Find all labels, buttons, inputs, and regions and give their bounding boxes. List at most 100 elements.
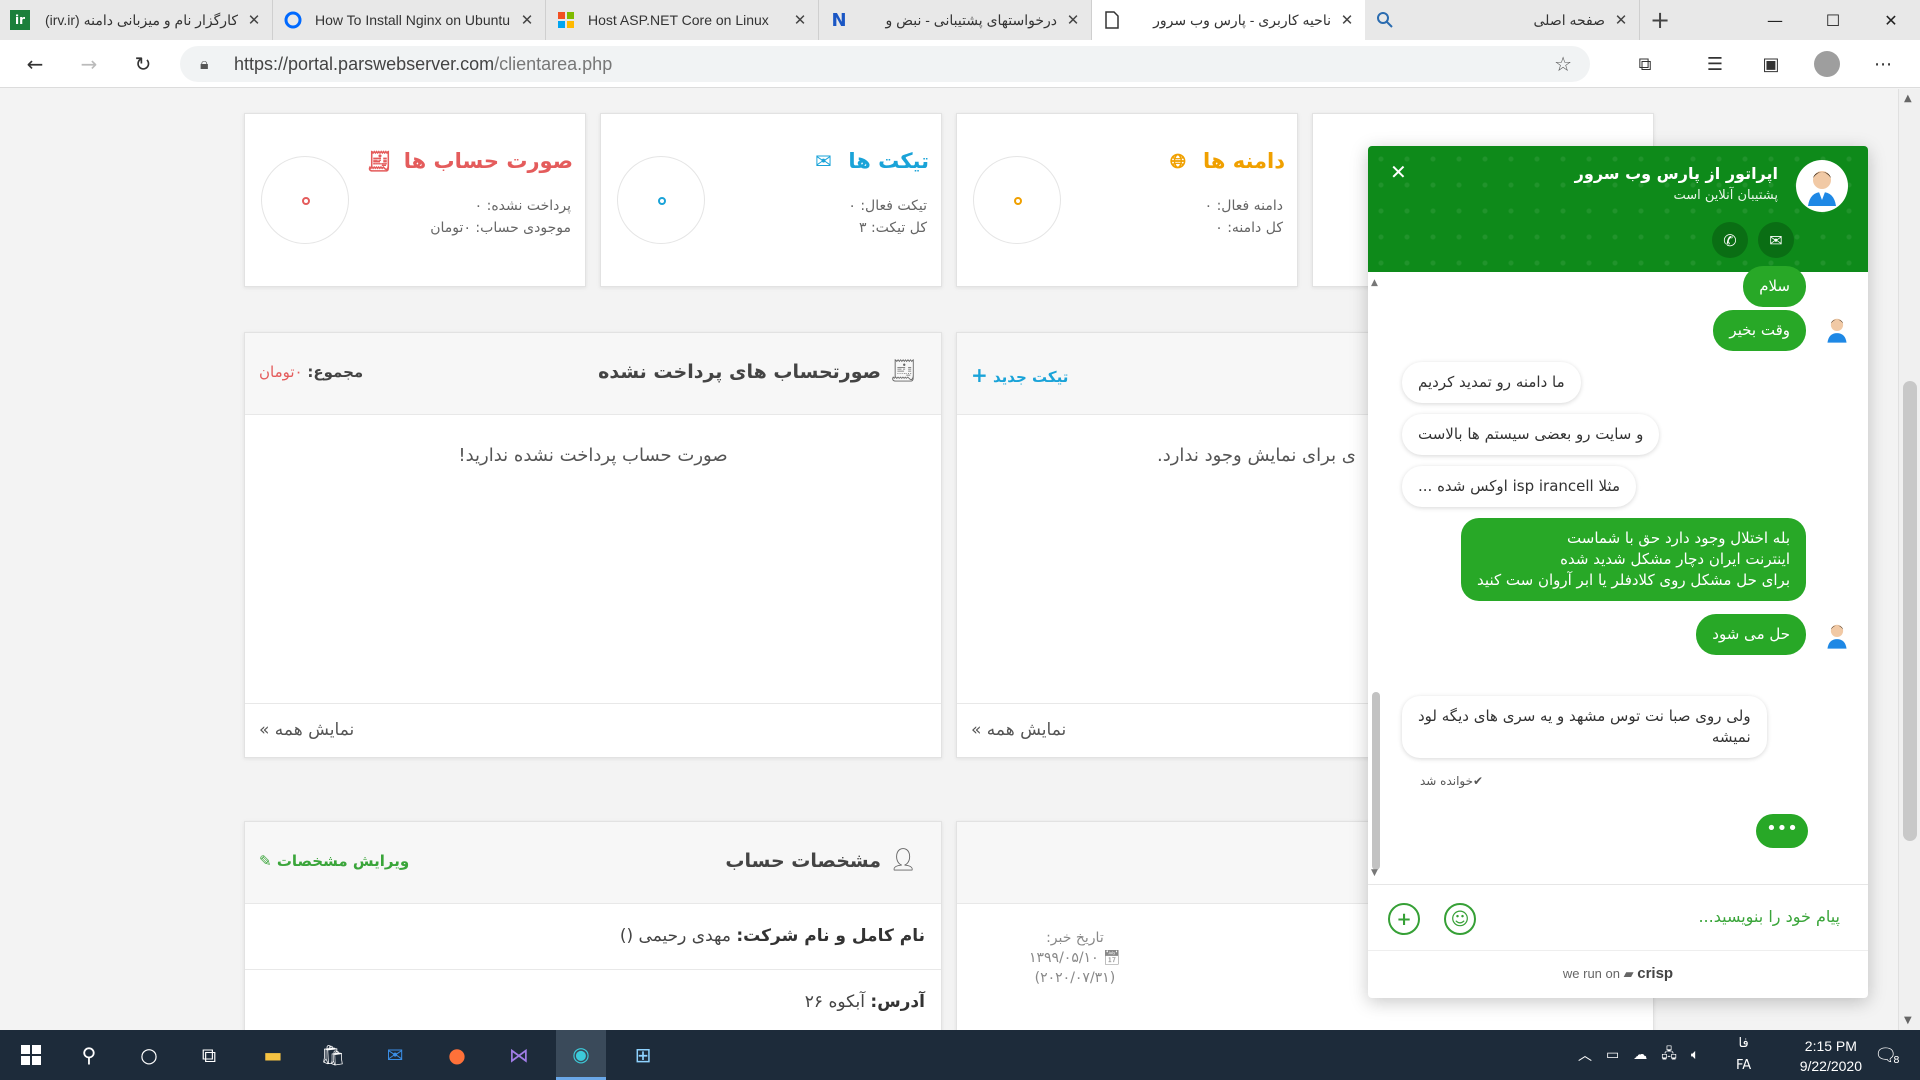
close-tab-icon[interactable]: ✕: [1339, 11, 1355, 29]
favorite-star-icon[interactable]: ☆: [1554, 52, 1572, 76]
edge-icon[interactable]: ◉: [556, 1030, 606, 1080]
browser-tab[interactable]: ir کارگزار نام و میزبانی دامنه (irv.ir) …: [0, 0, 273, 40]
panel-title: صورتحساب های پرداخت نشده: [598, 361, 881, 383]
visual-studio-icon[interactable]: ⋈: [494, 1030, 544, 1080]
close-tab-icon[interactable]: ✕: [792, 11, 808, 29]
browser-tab[interactable]: How To Install Nginx on Ubuntu ✕: [273, 0, 546, 40]
clock[interactable]: 2:15 PM 9/22/2020: [1800, 1036, 1862, 1076]
search-icon[interactable]: ⚲: [64, 1030, 114, 1080]
scroll-up-arrow[interactable]: ▲: [1904, 93, 1912, 104]
tab-title: ناحیه کاربری - پارس وب سرور: [1153, 11, 1331, 28]
network-icon[interactable]: 🖧︎: [1661, 1043, 1677, 1067]
message-input[interactable]: پیام خود را بنویسید...: [1698, 907, 1840, 926]
account-name-row: نام کامل و نام شرکت: مهدی رحیمی (): [245, 904, 941, 970]
total-tickets: کل تیکت: ۳: [858, 220, 927, 236]
settings-more-icon[interactable]: ⋯: [1866, 50, 1900, 78]
tab-title: درخواستهای پشتیبانی - نبض و: [885, 11, 1057, 28]
mail-icon[interactable]: ✉: [370, 1030, 420, 1080]
minimize-button[interactable]: —: [1746, 0, 1804, 40]
tab-title: کارگزار نام و میزبانی دامنه (irv.ir): [44, 11, 238, 28]
panel-header: 👤︎ مشخصات حساب ویرایش مشخصات ✎: [245, 822, 941, 904]
profile-avatar[interactable]: [1810, 50, 1844, 78]
digitalocean-icon: [283, 10, 303, 30]
new-tab-button[interactable]: +: [1640, 0, 1680, 40]
tab-title: صفحه اصلی: [1533, 11, 1605, 28]
file-explorer-icon[interactable]: ▬: [248, 1030, 298, 1080]
browser-tab-active[interactable]: ناحیه کاربری - پارس وب سرور ✕: [1092, 0, 1365, 40]
search-icon: [1375, 10, 1395, 30]
store-icon[interactable]: 🛍︎: [308, 1030, 358, 1080]
edit-account-link[interactable]: ویرایش مشخصات ✎: [259, 852, 409, 870]
language-indicator[interactable]: فا FA: [1736, 1030, 1751, 1080]
operator-message: وقت بخیر: [1713, 310, 1806, 351]
invoices-stat-card[interactable]: صورت حساب ها 🧾︎ پرداخت نشده: ۰ موجودی حسا…: [244, 113, 586, 287]
invoice-icon: 🧾︎: [366, 149, 392, 173]
microsoft-icon: [556, 10, 576, 30]
system-tray: ︿ ▭ ☁ 🖧︎ 🔈︎: [1578, 1030, 1699, 1080]
edit-icon: ✎: [259, 852, 272, 870]
scroll-down-arrow[interactable]: ▼: [1904, 1015, 1912, 1026]
page-scrollbar[interactable]: ▲ ▼: [1898, 89, 1920, 1030]
maximize-button[interactable]: ☐: [1804, 0, 1862, 40]
close-tab-icon[interactable]: ✕: [1613, 11, 1629, 29]
scroll-down-arrow[interactable]: ▼: [1371, 868, 1378, 878]
forward-button[interactable]: →: [72, 48, 106, 80]
view-all-link[interactable]: نمایش همه »: [971, 720, 1066, 740]
browser-tab[interactable]: Host ASP.NET Core on Linux ✕: [546, 0, 819, 40]
active-tickets: تیکت فعال: ۰: [848, 198, 927, 214]
chat-compose: پیام خود را بنویسید... ☺ +: [1368, 884, 1868, 950]
operator-message: سلام: [1743, 266, 1806, 307]
collections-panel-icon[interactable]: ▣: [1754, 50, 1788, 78]
address-field[interactable]: 🔒︎ https://portal.parswebserver.com/clie…: [180, 46, 1590, 82]
domains-stat-card[interactable]: دامنه ها 🌐︎ دامنه فعال: ۰ کل دامنه: ۰: [956, 113, 1298, 287]
close-chat-icon[interactable]: ✕: [1390, 160, 1407, 184]
back-button[interactable]: ←: [18, 48, 52, 80]
collections-icon[interactable]: ⧉: [1628, 50, 1662, 78]
task-view-icon[interactable]: ⧉: [184, 1030, 234, 1080]
close-tab-icon[interactable]: ✕: [1065, 11, 1081, 29]
show-hidden-icons[interactable]: ︿: [1578, 1045, 1592, 1065]
scroll-up-arrow[interactable]: ▲: [1371, 278, 1378, 288]
calendar-icon: 📅︎: [1103, 950, 1121, 966]
scrollbar-thumb[interactable]: [1903, 381, 1917, 841]
scrollbar-thumb[interactable]: [1372, 692, 1380, 870]
page-icon: [1102, 10, 1122, 30]
attach-plus-icon[interactable]: +: [1388, 903, 1420, 935]
chat-branding[interactable]: we run on ▰ crisp: [1368, 950, 1868, 998]
taskbar: ⚲ ○ ⧉ ▬ 🛍︎ ✉ ● ⋈ ◉ ⊞ ︿ ▭ ☁ 🖧︎ 🔈︎ فا FA 2:…: [0, 1030, 1920, 1080]
tickets-stat-title: تیکت ها ✉: [806, 146, 929, 176]
refresh-button[interactable]: ↻: [126, 48, 160, 80]
cortana-icon[interactable]: ○: [124, 1030, 174, 1080]
phone-button[interactable]: ✆: [1712, 222, 1748, 258]
battery-icon[interactable]: ▭: [1606, 1047, 1619, 1063]
close-tab-icon[interactable]: ✕: [519, 11, 535, 29]
panel-title: مشخصات حساب: [725, 850, 881, 872]
view-all-link[interactable]: نمایش همه »: [259, 720, 354, 740]
lock-icon: 🔒︎: [200, 54, 209, 73]
operator-message: بله اختلال وجود دارد حق با شماست اینترنت…: [1461, 518, 1806, 601]
user-message: ما دامنه رو تمدید کردیم: [1402, 362, 1581, 403]
new-ticket-link[interactable]: تیکت جدید +: [971, 363, 1068, 387]
firefox-icon[interactable]: ●: [432, 1030, 482, 1080]
chat-messages[interactable]: ▲ ▼ سلام وقت بخیر ما دامنه رو تمدید کردی…: [1368, 266, 1868, 884]
tickets-stat-card[interactable]: تیکت ها ✉ تیکت فعال: ۰ کل تیکت: ۳: [600, 113, 942, 287]
window-controls: — ☐ ✕: [1746, 0, 1920, 40]
close-window-button[interactable]: ✕: [1862, 0, 1920, 40]
favorites-list-icon[interactable]: ☰: [1698, 50, 1732, 78]
start-windows-icon[interactable]: [6, 1030, 56, 1080]
operator-avatar: [1820, 618, 1854, 652]
email-button[interactable]: ✉: [1758, 222, 1794, 258]
chat-scrollbar[interactable]: ▲ ▼: [1370, 278, 1382, 878]
browser-tab[interactable]: N درخواستهای پشتیبانی - نبض و ✕: [819, 0, 1092, 40]
browser-tab[interactable]: صفحه اصلی ✕: [1365, 0, 1640, 40]
account-balance: موجودی حساب: ۰تومان: [430, 220, 571, 236]
emoji-icon[interactable]: ☺: [1444, 903, 1476, 935]
operator-name: اپراتور از پارس وب سرور: [1574, 164, 1778, 183]
close-tab-icon[interactable]: ✕: [246, 11, 262, 29]
volume-icon[interactable]: 🔈︎: [1691, 1047, 1699, 1063]
invoices-ring: [261, 156, 349, 244]
notification-icon[interactable]: 🗨︎ 8: [1862, 1030, 1912, 1080]
chat-widget: ✕ اپراتور از پارس وب سرور پشتیبان آنلاین…: [1368, 146, 1868, 998]
onedrive-icon[interactable]: ☁: [1633, 1047, 1647, 1063]
network-app-icon[interactable]: ⊞: [618, 1030, 668, 1080]
